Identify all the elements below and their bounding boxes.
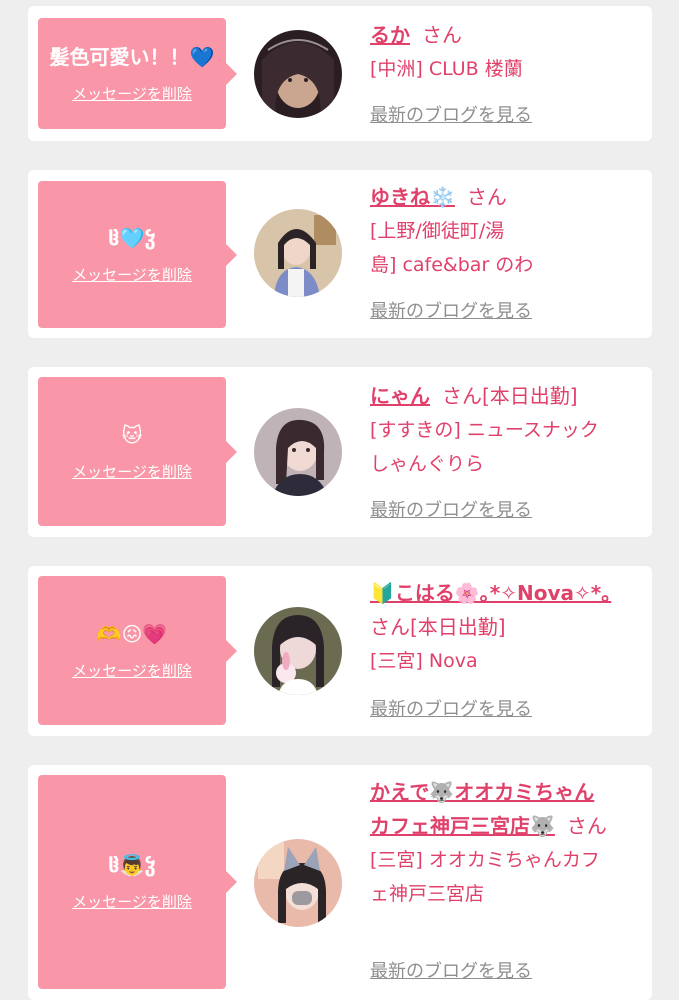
delete-message-link[interactable]: メッセージを削除 xyxy=(72,661,192,681)
portrait-girl-icon xyxy=(254,408,342,496)
message-list: 髪色可愛い！！💙 メッセージを削除 るか さん [中洲] CLUB 楼蘭 最新のブ… xyxy=(0,0,679,1000)
portrait-cafe-icon xyxy=(254,209,342,297)
shop-name: [三宮] Nova xyxy=(370,650,478,672)
message-bubble: ჱ̒🩵ჴ メッセージを削除 xyxy=(38,181,237,328)
name-line: ゆきね❄️ さん xyxy=(370,180,642,214)
message-text: 🫶😖💗 xyxy=(96,621,168,646)
honorific: さん xyxy=(370,615,410,639)
delete-message-link[interactable]: メッセージを削除 xyxy=(72,84,192,104)
cast-info: かえで🐺オオカミちゃん カフェ神戸三宮店🐺 さん [三宮] オオカミちゃんカフ ェ… xyxy=(370,775,642,911)
message-card: 🫶😖💗 メッセージを削除 🔰こはる🌸｡*✧Nova✧*｡ さん[本日出勤] [三… xyxy=(28,566,652,736)
shop-name-line-2: しゃんぐりら xyxy=(370,453,485,475)
name-line-2: さん[本日出勤] xyxy=(370,610,642,644)
cast-info: ゆきね❄️ さん [上野/御徒町/湯 島] cafe&bar のわ xyxy=(370,180,642,282)
delete-message-link[interactable]: メッセージを削除 xyxy=(72,892,192,912)
delete-message-link[interactable]: メッセージを削除 xyxy=(72,265,192,285)
cast-info: 🔰こはる🌸｡*✧Nova✧*｡ さん[本日出勤] [三宮] Nova xyxy=(370,576,642,678)
cast-name-link[interactable]: るか xyxy=(370,23,410,47)
message-bubble: 🐱 メッセージを削除 xyxy=(38,377,237,526)
latest-blog-link[interactable]: 最新のブログを見る xyxy=(370,300,532,324)
message-text: ჱ̒🩵ჴ xyxy=(108,225,156,250)
avatar[interactable] xyxy=(254,209,342,297)
honorific: さん xyxy=(566,814,607,838)
status-badge: [本日出勤] xyxy=(410,615,506,639)
latest-blog-link[interactable]: 最新のブログを見る xyxy=(370,698,532,722)
message-text: 🐱 xyxy=(121,422,143,447)
cast-info: にゃん さん[本日出勤] [すすきの] ニュースナック しゃんぐりら xyxy=(370,379,642,481)
portrait-veil-icon xyxy=(254,30,342,118)
portrait-bear-icon xyxy=(254,607,342,695)
message-text: 髪色可愛い！！💙 xyxy=(49,44,215,69)
message-card: 髪色可愛い！！💙 メッセージを削除 るか さん [中洲] CLUB 楼蘭 最新のブ… xyxy=(28,6,652,141)
cast-info: るか さん [中洲] CLUB 楼蘭 xyxy=(370,18,642,86)
cast-name-link-line-2[interactable]: カフェ神戸三宮店🐺 xyxy=(370,814,555,838)
avatar[interactable] xyxy=(254,408,342,496)
name-line: 🔰こはる🌸｡*✧Nova✧*｡ xyxy=(370,576,642,610)
name-line-2: カフェ神戸三宮店🐺 さん xyxy=(370,809,642,843)
shop-name-line-1: [三宮] オオカミちゃんカフ xyxy=(370,849,600,871)
honorific: さん xyxy=(422,23,462,47)
status-badge: [本日出勤] xyxy=(482,384,578,408)
delete-message-link[interactable]: メッセージを削除 xyxy=(72,462,192,482)
shop-name-line-2: ェ神戸三宮店 xyxy=(370,883,485,905)
cast-name-link-line-1[interactable]: かえで🐺オオカミちゃん xyxy=(370,780,594,804)
avatar[interactable] xyxy=(254,839,342,927)
shop-name-line-1: [すすきの] ニュースナック xyxy=(370,419,599,441)
message-bubble: 🫶😖💗 メッセージを削除 xyxy=(38,576,237,725)
cast-name-link[interactable]: ゆきね❄️ xyxy=(370,185,455,209)
name-line: にゃん さん[本日出勤] xyxy=(370,379,642,413)
message-bubble: ჱ̒👼ჴ メッセージを削除 xyxy=(38,775,237,989)
cast-name-link[interactable]: にゃん xyxy=(370,384,430,408)
latest-blog-link[interactable]: 最新のブログを見る xyxy=(370,104,532,128)
latest-blog-link[interactable]: 最新のブログを見る xyxy=(370,499,532,523)
message-card: ჱ̒🩵ჴ メッセージを削除 ゆきね❄️ さん [上野/御徒町/湯 島] cafe&… xyxy=(28,170,652,338)
honorific: さん xyxy=(466,185,507,209)
honorific: さん xyxy=(442,384,482,408)
latest-blog-link[interactable]: 最新のブログを見る xyxy=(370,960,532,984)
shop-name-line-2: 島] cafe&bar のわ xyxy=(370,254,534,276)
message-card: 🐱 メッセージを削除 にゃん さん[本日出勤] [すすきの] ニュースナック しゃ… xyxy=(28,367,652,537)
name-line: かえで🐺オオカミちゃん xyxy=(370,775,642,809)
cast-name-link[interactable]: 🔰こはる🌸｡*✧Nova✧*｡ xyxy=(370,581,611,605)
shop-name-line-1: [上野/御徒町/湯 xyxy=(370,220,505,242)
shop-name: [中洲] CLUB 楼蘭 xyxy=(370,58,523,80)
portrait-cat-ears-icon xyxy=(254,839,342,927)
avatar[interactable] xyxy=(254,607,342,695)
message-bubble: 髪色可愛い！！💙 メッセージを削除 xyxy=(38,18,237,129)
avatar[interactable] xyxy=(254,30,342,118)
message-text: ჱ̒👼ჴ xyxy=(108,853,156,877)
message-card: ჱ̒👼ჴ メッセージを削除 かえで🐺オオカミちゃん カフェ神戸三宮店🐺 さん [三… xyxy=(28,765,652,1000)
name-line: るか さん xyxy=(370,18,642,52)
